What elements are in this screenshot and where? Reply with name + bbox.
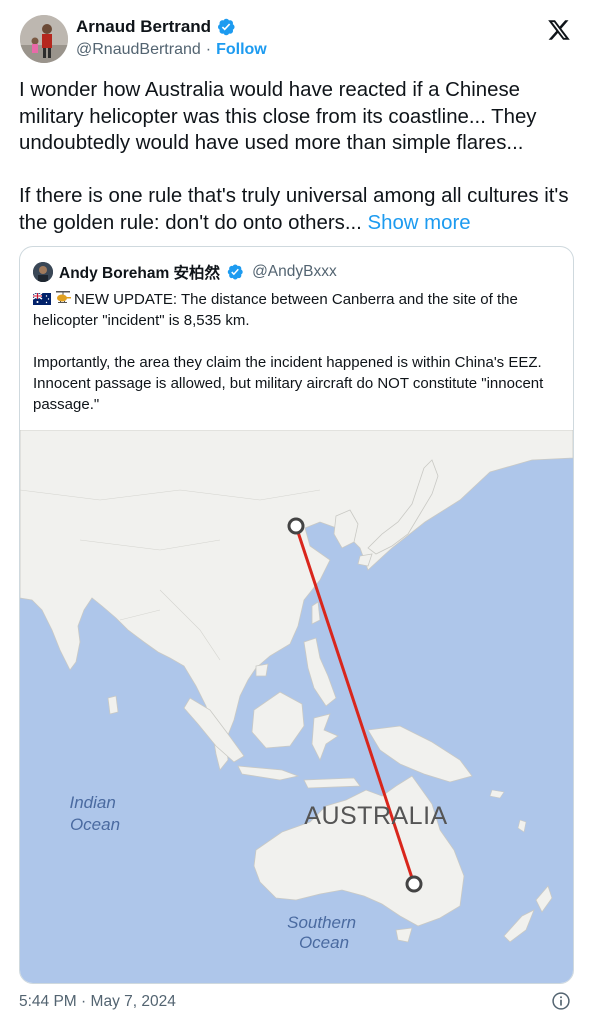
- canberra-marker: [405, 875, 423, 893]
- x-logo-icon[interactable]: [547, 18, 571, 42]
- show-more-link[interactable]: Show more: [368, 212, 471, 234]
- info-icon[interactable]: [551, 991, 571, 1011]
- author-avatar[interactable]: [20, 15, 68, 63]
- map-image[interactable]: Indian Ocean AUSTRALIA Southern Ocean: [20, 429, 573, 983]
- quoted-tweet-header: Andy Boreham 安柏然 @AndyBxxx: [33, 261, 337, 283]
- quoted-author-name[interactable]: Andy Boreham 安柏然: [59, 261, 220, 283]
- quoted-author-handle[interactable]: @AndyBxxx: [252, 263, 337, 281]
- tweet-date: May 7, 2024: [90, 993, 176, 1010]
- map-svg: Indian Ocean AUSTRALIA Southern Ocean: [20, 429, 573, 983]
- tweet-card: Arnaud Bertrand @RnaudBertrand · Follow …: [0, 0, 593, 1024]
- helicopter-icon: [56, 291, 71, 303]
- tweet-text: I wonder how Australia would have reacte…: [19, 79, 569, 234]
- author-handle-row: @RnaudBertrand · Follow: [76, 41, 267, 59]
- quoted-tweet-text: NEW UPDATE: The distance between Canberr…: [33, 291, 544, 413]
- tweet-body: I wonder how Australia would have reacte…: [19, 77, 574, 236]
- author-name[interactable]: Arnaud Bertrand: [76, 17, 211, 37]
- tweet-time: 5:44 PM: [19, 993, 77, 1010]
- author-handle[interactable]: @RnaudBertrand: [76, 41, 201, 59]
- tweet-timestamp[interactable]: 5:44 PM · May 7, 2024: [19, 993, 176, 1011]
- quoted-tweet-body: NEW UPDATE: The distance between Canberr…: [33, 289, 563, 415]
- timestamp-separator: ·: [81, 993, 87, 1010]
- australia-label: AUSTRALIA: [304, 802, 447, 830]
- handle-separator: ·: [205, 41, 212, 58]
- australia-flag-icon: [33, 293, 51, 305]
- incident-marker: [287, 517, 305, 535]
- verified-badge-icon: [218, 18, 235, 36]
- quoted-author-avatar[interactable]: [33, 262, 53, 282]
- quoted-verified-badge-icon: [227, 264, 243, 280]
- follow-button[interactable]: Follow: [216, 41, 267, 59]
- author-name-row: Arnaud Bertrand: [76, 17, 236, 37]
- quoted-tweet[interactable]: Andy Boreham 安柏然 @AndyBxxx NEW UPDATE: T…: [19, 246, 574, 984]
